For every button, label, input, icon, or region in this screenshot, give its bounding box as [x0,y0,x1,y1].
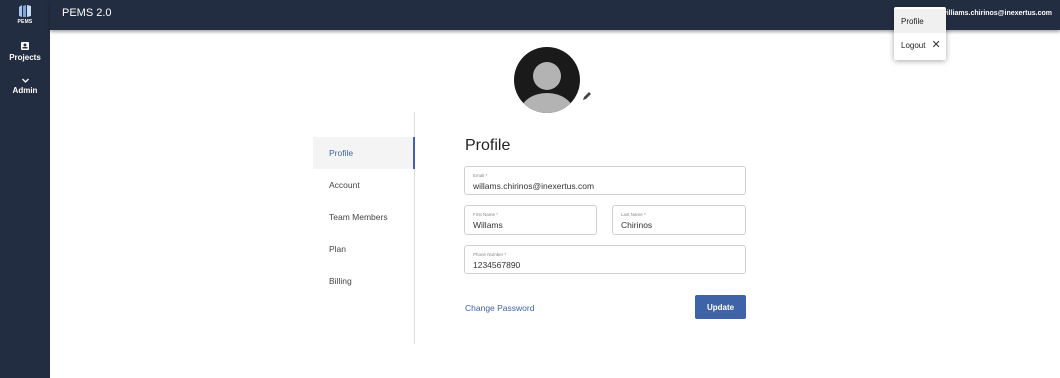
menu-item-profile[interactable]: Profile [894,9,946,33]
first-name-input[interactable] [473,220,591,230]
phone-label: Phone Number * [473,252,507,257]
user-menu-dropdown: Profile Logout ✕ [894,7,946,60]
menu-item-label: Logout [901,40,926,50]
sidebar-item-label: Projects [9,53,41,62]
tab-label: Billing [329,276,352,286]
tab-team-members[interactable]: Team Members [313,201,414,233]
last-name-label: Last Name * [621,212,646,217]
tab-label: Profile [329,148,354,158]
settings-tabs: Profile Account Team Members Plan Billin… [313,112,415,344]
menu-item-logout[interactable]: Logout ✕ [894,33,946,57]
close-icon: ✕ [931,39,941,51]
tab-label: Account [329,180,360,190]
phone-input[interactable] [473,260,725,270]
last-name-input[interactable] [621,220,740,230]
app-title: PEMS 2.0 [62,7,112,19]
user-silhouette-icon [520,62,574,113]
logo-text: PEMS [17,19,33,25]
tab-plan[interactable]: Plan [313,233,414,265]
projects-icon [21,42,29,50]
tab-label: Team Members [329,212,388,222]
avatar [514,47,580,113]
sidebar-item-projects[interactable]: Projects [0,41,50,62]
email-input[interactable] [473,181,725,191]
tab-label: Plan [329,244,347,254]
change-password-link[interactable]: Change Password [465,303,534,313]
tab-billing[interactable]: Billing [313,265,414,297]
page-title: Profile [465,137,511,154]
app-logo[interactable]: PEMS [0,4,50,30]
menu-item-label: Profile [901,16,924,26]
edit-avatar-icon[interactable] [581,89,593,101]
logo-icon [19,5,31,17]
first-name-field[interactable]: First Name * [464,205,597,235]
sidebar-item-label: Admin [12,86,38,95]
update-button[interactable]: Update [695,295,746,319]
chevron-down-icon [21,78,29,83]
user-email[interactable]: williams.chirinos@inexertus.com [941,10,1052,17]
tab-profile[interactable]: Profile [313,137,415,169]
sidebar: PEMS Projects Admin [0,0,50,378]
email-label: Email * [473,173,488,178]
tab-account[interactable]: Account [313,169,414,201]
phone-field[interactable]: Phone Number * [464,245,746,274]
app-root: PEMS Projects Admin PEMS 2.0 williams.ch… [0,0,1060,378]
first-name-label: First Name * [473,212,499,217]
email-field[interactable]: Email * [464,166,746,195]
last-name-field[interactable]: Last Name * [612,205,746,235]
sidebar-item-admin[interactable]: Admin [0,77,50,95]
